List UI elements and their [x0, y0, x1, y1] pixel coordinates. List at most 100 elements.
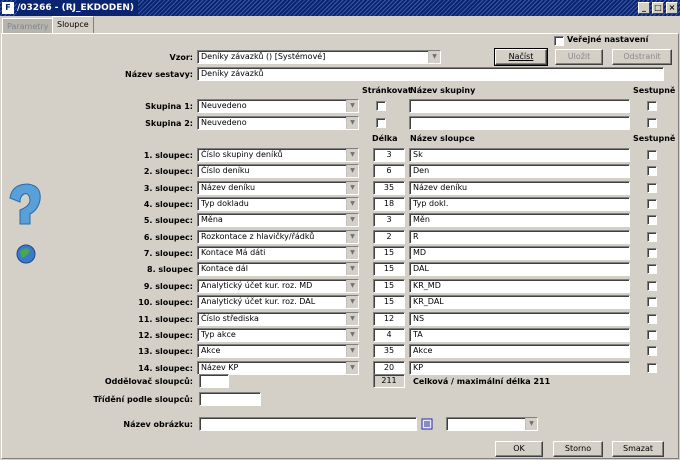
- column-8-select[interactable]: Kontace dál ▼: [197, 262, 359, 276]
- chevron-down-icon[interactable]: ▼: [346, 263, 358, 275]
- column-12-length-input[interactable]: 4: [373, 328, 405, 342]
- column-12-select[interactable]: Typ akce ▼: [197, 328, 359, 342]
- chevron-down-icon[interactable]: ▼: [346, 231, 358, 243]
- column-11-select[interactable]: Číslo střediska ▼: [197, 312, 359, 326]
- group-2-paging-checkbox[interactable]: [376, 118, 386, 128]
- load-button[interactable]: Načíst: [494, 48, 548, 66]
- column-12-descending-checkbox[interactable]: [647, 330, 657, 340]
- column-2-select[interactable]: Číslo deníku ▼: [197, 164, 359, 178]
- column-4-length-input[interactable]: 18: [373, 197, 405, 211]
- column-6-descending-checkbox[interactable]: [647, 232, 657, 242]
- close-button[interactable]: ×: [666, 2, 678, 14]
- app-icon[interactable]: F: [2, 2, 14, 14]
- chevron-down-icon[interactable]: ▼: [346, 149, 358, 161]
- group-2-descending-checkbox[interactable]: [647, 118, 657, 128]
- minimize-button[interactable]: _: [638, 2, 650, 14]
- column-11-descending-checkbox[interactable]: [647, 314, 657, 324]
- chevron-down-icon[interactable]: ▼: [346, 296, 358, 308]
- cancel-button[interactable]: Storno: [553, 441, 603, 457]
- chevron-down-icon[interactable]: ▼: [525, 418, 537, 430]
- column-5-descending-checkbox[interactable]: [647, 215, 657, 225]
- column-9-length-input[interactable]: 15: [373, 279, 405, 293]
- column-6-name-input[interactable]: R: [409, 230, 630, 244]
- column-7-name-input[interactable]: MD: [409, 246, 630, 260]
- column-7-length-input[interactable]: 15: [373, 246, 405, 260]
- column-10-descending-checkbox[interactable]: [647, 297, 657, 307]
- column-8-length-input[interactable]: 15: [373, 262, 405, 276]
- save-button[interactable]: Uložit: [555, 49, 603, 65]
- chevron-down-icon[interactable]: ▼: [346, 165, 358, 177]
- column-1-name-input[interactable]: Sk: [409, 148, 630, 162]
- separator-input[interactable]: [199, 374, 229, 388]
- column-1-length-input[interactable]: 3: [373, 148, 405, 162]
- column-11-name-input[interactable]: NS: [409, 312, 630, 326]
- chevron-down-icon[interactable]: ▼: [346, 313, 358, 325]
- ok-button[interactable]: OK: [495, 441, 543, 457]
- column-8-name-input[interactable]: DAL: [409, 262, 630, 276]
- column-9-name-input[interactable]: KR_MD: [409, 279, 630, 293]
- column-5-select[interactable]: Měna ▼: [197, 213, 359, 227]
- column-1-select[interactable]: Číslo skupiny deníků ▼: [197, 148, 359, 162]
- column-5-name-input[interactable]: Měn: [409, 213, 630, 227]
- group-1-select[interactable]: Neuvedeno ▼: [197, 99, 359, 113]
- column-9-select[interactable]: Analytický účet kur. roz. MD ▼: [197, 279, 359, 293]
- image-select[interactable]: ▼: [446, 417, 538, 431]
- delete-button[interactable]: Odstranit: [612, 49, 672, 65]
- group-1-descending-checkbox[interactable]: [647, 101, 657, 111]
- column-10-name-input[interactable]: KR_DAL: [409, 295, 630, 309]
- column-13-name-input[interactable]: Akce: [409, 344, 630, 358]
- chevron-down-icon[interactable]: ▼: [428, 51, 440, 63]
- column-4-descending-checkbox[interactable]: [647, 199, 657, 209]
- column-13-select[interactable]: Akce ▼: [197, 344, 359, 358]
- chevron-down-icon[interactable]: ▼: [346, 117, 358, 129]
- column-7-select[interactable]: Kontace Má dáti ▼: [197, 246, 359, 260]
- clear-button[interactable]: Smazat: [612, 441, 664, 457]
- column-10-select[interactable]: Analytický účet kur. roz. DAL ▼: [197, 295, 359, 309]
- column-3-select[interactable]: Název deníku ▼: [197, 181, 359, 195]
- column-13-descending-checkbox[interactable]: [647, 346, 657, 356]
- column-2-name-input[interactable]: Den: [409, 164, 630, 178]
- column-6-select[interactable]: Rozkontace z hlavičky/řádků ▼: [197, 230, 359, 244]
- chevron-down-icon[interactable]: ▼: [346, 345, 358, 357]
- column-12-name-input[interactable]: TA: [409, 328, 630, 342]
- chevron-down-icon[interactable]: ▼: [346, 214, 358, 226]
- chevron-down-icon[interactable]: ▼: [346, 247, 358, 259]
- chevron-down-icon[interactable]: ▼: [346, 329, 358, 341]
- chevron-down-icon[interactable]: ▼: [346, 182, 358, 194]
- column-2-length-input[interactable]: 6: [373, 164, 405, 178]
- report-name-input[interactable]: Deníky závazků: [197, 67, 664, 81]
- chevron-down-icon[interactable]: ▼: [346, 100, 358, 112]
- column-4-select[interactable]: Typ dokladu ▼: [197, 197, 359, 211]
- column-11-length-input[interactable]: 12: [373, 312, 405, 326]
- group-1-paging-checkbox[interactable]: [376, 101, 386, 111]
- column-5-length-input[interactable]: 3: [373, 213, 405, 227]
- list-icon[interactable]: [421, 418, 433, 430]
- maximize-button[interactable]: □: [652, 2, 664, 14]
- column-3-name-input[interactable]: Název deníku: [409, 181, 630, 195]
- column-3-descending-checkbox[interactable]: [647, 183, 657, 193]
- group-1-name-input[interactable]: [409, 99, 630, 113]
- column-14-select[interactable]: Název KP ▼: [197, 361, 359, 375]
- column-8-descending-checkbox[interactable]: [647, 264, 657, 274]
- chevron-down-icon[interactable]: ▼: [346, 198, 358, 210]
- column-13-length-input[interactable]: 35: [373, 344, 405, 358]
- column-14-length-input[interactable]: 20: [373, 361, 405, 375]
- column-14-descending-checkbox[interactable]: [647, 363, 657, 373]
- column-4-name-input[interactable]: Typ dokl.: [409, 197, 630, 211]
- column-1-descending-checkbox[interactable]: [647, 150, 657, 160]
- tab-sloupce[interactable]: Sloupce: [52, 16, 94, 34]
- group-2-select[interactable]: Neuvedeno ▼: [197, 116, 359, 130]
- column-2-descending-checkbox[interactable]: [647, 166, 657, 176]
- public-setting-checkbox[interactable]: [554, 36, 564, 46]
- column-14-name-input[interactable]: KP: [409, 361, 630, 375]
- column-3-length-input[interactable]: 35: [373, 181, 405, 195]
- group-2-name-input[interactable]: [409, 116, 630, 130]
- column-7-descending-checkbox[interactable]: [647, 248, 657, 258]
- sort-columns-input[interactable]: [199, 392, 261, 406]
- tab-parametry[interactable]: Parametry: [2, 18, 54, 34]
- image-name-input[interactable]: [199, 417, 417, 431]
- column-10-length-input[interactable]: 15: [373, 295, 405, 309]
- template-select[interactable]: Deníky závazků () [Systémové] ▼: [197, 50, 441, 64]
- column-9-descending-checkbox[interactable]: [647, 281, 657, 291]
- chevron-down-icon[interactable]: ▼: [346, 362, 358, 374]
